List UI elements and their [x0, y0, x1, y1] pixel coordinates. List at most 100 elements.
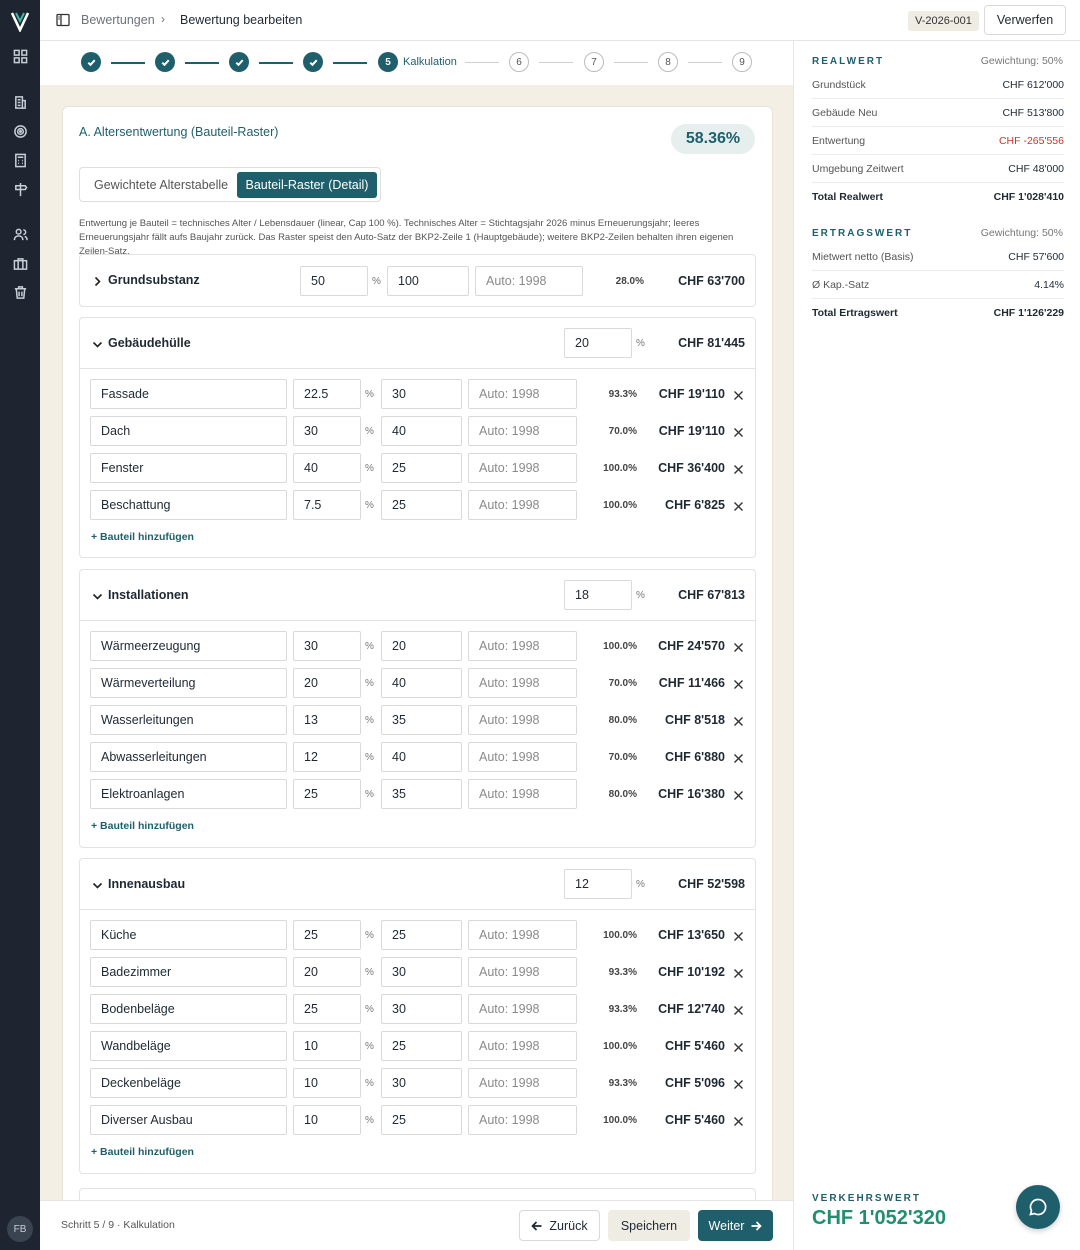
- component-weight-input[interactable]: 10: [293, 1105, 361, 1135]
- step-8[interactable]: 8: [658, 52, 678, 72]
- remove-component-icon[interactable]: [733, 389, 745, 401]
- component-renewal-year-input[interactable]: Auto: 1998: [468, 379, 577, 409]
- remove-component-icon[interactable]: [733, 1115, 745, 1127]
- group-weight-input[interactable]: 18: [564, 580, 632, 610]
- target-icon[interactable]: [11, 122, 29, 140]
- component-lifetime-input[interactable]: 30: [381, 994, 462, 1024]
- chevron-right-icon[interactable]: [92, 275, 103, 287]
- component-renewal-year-input[interactable]: Auto: 1998: [468, 920, 577, 950]
- component-name-input[interactable]: Wasserleitungen: [90, 705, 287, 735]
- remove-component-icon[interactable]: [733, 500, 745, 512]
- app-logo-icon[interactable]: [10, 10, 30, 34]
- remove-component-icon[interactable]: [733, 1078, 745, 1090]
- component-weight-input[interactable]: 10: [293, 1031, 361, 1061]
- remove-component-icon[interactable]: [733, 789, 745, 801]
- remove-component-icon[interactable]: [733, 752, 745, 764]
- remove-component-icon[interactable]: [733, 678, 745, 690]
- remove-component-icon[interactable]: [733, 463, 745, 475]
- chevron-down-icon[interactable]: [92, 338, 103, 349]
- next-button[interactable]: Weiter: [698, 1210, 773, 1241]
- add-component-link[interactable]: + Bauteil hinzufügen: [91, 1146, 194, 1158]
- component-name-input[interactable]: Abwasserleitungen: [90, 742, 287, 772]
- component-lifetime-input[interactable]: 35: [381, 705, 462, 735]
- component-lifetime-input[interactable]: 20: [381, 631, 462, 661]
- remove-component-icon[interactable]: [733, 967, 745, 979]
- component-lifetime-input[interactable]: 25: [381, 920, 462, 950]
- add-component-link[interactable]: + Bauteil hinzufügen: [91, 820, 194, 832]
- weight-input[interactable]: 50: [300, 266, 368, 296]
- briefcase-icon[interactable]: [11, 254, 29, 272]
- component-lifetime-input[interactable]: 35: [381, 779, 462, 809]
- component-renewal-year-input[interactable]: Auto: 1998: [468, 994, 577, 1024]
- component-renewal-year-input[interactable]: Auto: 1998: [468, 1068, 577, 1098]
- chevron-down-icon[interactable]: [92, 590, 103, 601]
- component-name-input[interactable]: Diverser Ausbau: [90, 1105, 287, 1135]
- component-weight-input[interactable]: 22.5: [293, 379, 361, 409]
- component-renewal-year-input[interactable]: Auto: 1998: [468, 631, 577, 661]
- step-current[interactable]: 5: [378, 52, 398, 72]
- step-done-1[interactable]: [81, 52, 101, 72]
- component-weight-input[interactable]: 30: [293, 416, 361, 446]
- building-icon[interactable]: [11, 93, 29, 111]
- breadcrumb-parent[interactable]: Bewertungen: [81, 13, 155, 27]
- step-6[interactable]: 6: [509, 52, 529, 72]
- avatar[interactable]: FB: [7, 1216, 33, 1242]
- dashboard-icon[interactable]: [11, 47, 29, 65]
- component-weight-input[interactable]: 20: [293, 957, 361, 987]
- component-weight-input[interactable]: 25: [293, 779, 361, 809]
- component-renewal-year-input[interactable]: Auto: 1998: [468, 742, 577, 772]
- save-button[interactable]: Speichern: [608, 1210, 690, 1241]
- remove-component-icon[interactable]: [733, 930, 745, 942]
- signpost-icon[interactable]: [11, 180, 29, 198]
- renewal-year-input[interactable]: Auto: 1998: [475, 266, 583, 296]
- component-lifetime-input[interactable]: 25: [381, 1031, 462, 1061]
- component-name-input[interactable]: Badezimmer: [90, 957, 287, 987]
- component-name-input[interactable]: Wärmeerzeugung: [90, 631, 287, 661]
- component-lifetime-input[interactable]: 25: [381, 1105, 462, 1135]
- discard-button[interactable]: Verwerfen: [984, 5, 1066, 35]
- component-renewal-year-input[interactable]: Auto: 1998: [468, 453, 577, 483]
- remove-component-icon[interactable]: [733, 426, 745, 438]
- users-icon[interactable]: [11, 225, 29, 243]
- component-weight-input[interactable]: 25: [293, 994, 361, 1024]
- component-weight-input[interactable]: 40: [293, 453, 361, 483]
- component-renewal-year-input[interactable]: Auto: 1998: [468, 1031, 577, 1061]
- back-button[interactable]: Zurück: [519, 1210, 600, 1241]
- step-done-4[interactable]: [303, 52, 323, 72]
- lifetime-input[interactable]: 100: [387, 266, 469, 296]
- component-weight-input[interactable]: 10: [293, 1068, 361, 1098]
- component-lifetime-input[interactable]: 30: [381, 957, 462, 987]
- component-lifetime-input[interactable]: 40: [381, 668, 462, 698]
- component-name-input[interactable]: Wärmeverteilung: [90, 668, 287, 698]
- component-name-input[interactable]: Küche: [90, 920, 287, 950]
- component-name-input[interactable]: Fassade: [90, 379, 287, 409]
- component-name-input[interactable]: Fenster: [90, 453, 287, 483]
- step-9[interactable]: 9: [732, 52, 752, 72]
- group-weight-input[interactable]: 12: [564, 869, 632, 899]
- component-weight-input[interactable]: 30: [293, 631, 361, 661]
- tab-component-grid[interactable]: Bauteil-Raster (Detail): [237, 172, 377, 198]
- component-lifetime-input[interactable]: 25: [381, 453, 462, 483]
- remove-component-icon[interactable]: [733, 715, 745, 727]
- component-lifetime-input[interactable]: 40: [381, 416, 462, 446]
- remove-component-icon[interactable]: [733, 1041, 745, 1053]
- component-weight-input[interactable]: 25: [293, 920, 361, 950]
- component-lifetime-input[interactable]: 30: [381, 1068, 462, 1098]
- remove-component-icon[interactable]: [733, 1004, 745, 1016]
- component-renewal-year-input[interactable]: Auto: 1998: [468, 957, 577, 987]
- step-7[interactable]: 7: [584, 52, 604, 72]
- chat-button[interactable]: [1016, 1185, 1060, 1229]
- component-name-input[interactable]: Dach: [90, 416, 287, 446]
- component-renewal-year-input[interactable]: Auto: 1998: [468, 779, 577, 809]
- add-component-link[interactable]: + Bauteil hinzufügen: [91, 531, 194, 543]
- component-name-input[interactable]: Bodenbeläge: [90, 994, 287, 1024]
- tab-weighted-age-table[interactable]: Gewichtete Alterstabelle: [94, 178, 228, 192]
- step-done-2[interactable]: [155, 52, 175, 72]
- component-name-input[interactable]: Beschattung: [90, 490, 287, 520]
- trash-icon[interactable]: [11, 283, 29, 301]
- group-weight-input[interactable]: 20: [564, 328, 632, 358]
- calculator-icon[interactable]: [11, 151, 29, 169]
- component-name-input[interactable]: Elektroanlagen: [90, 779, 287, 809]
- component-renewal-year-input[interactable]: Auto: 1998: [468, 1105, 577, 1135]
- component-lifetime-input[interactable]: 25: [381, 490, 462, 520]
